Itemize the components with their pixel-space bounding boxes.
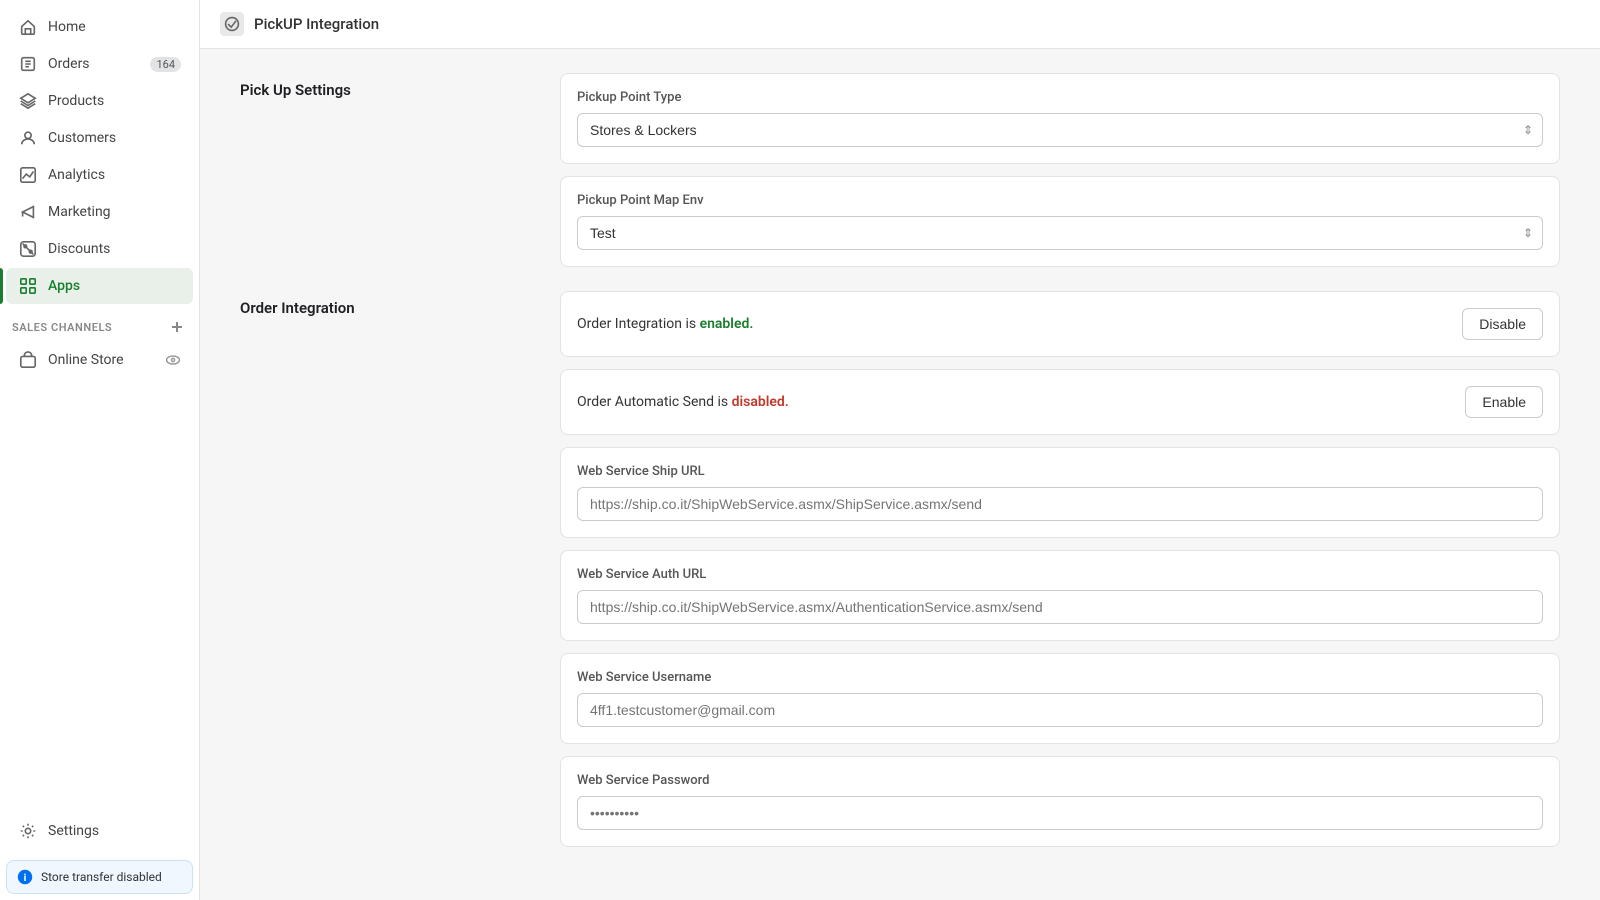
web-service-auth-url-input[interactable] bbox=[577, 590, 1543, 624]
customers-icon bbox=[18, 128, 38, 148]
store-transfer-banner: i Store transfer disabled bbox=[6, 860, 193, 894]
order-integration-status-text: Order Integration is enabled. bbox=[577, 316, 753, 332]
discounts-icon bbox=[18, 239, 38, 259]
pickup-point-type-label: Pickup Point Type bbox=[577, 90, 1543, 105]
web-service-password-input[interactable] bbox=[577, 796, 1543, 830]
disable-order-integration-button[interactable]: Disable bbox=[1462, 308, 1543, 340]
sidebar-item-marketing[interactable]: Marketing bbox=[6, 194, 193, 230]
web-service-ship-url-label: Web Service Ship URL bbox=[577, 464, 1543, 479]
apps-icon bbox=[18, 276, 38, 296]
sales-channels-header: SALES CHANNELS bbox=[0, 305, 199, 341]
order-integration-cards: Order Integration is enabled. Disable Or… bbox=[560, 291, 1560, 847]
sidebar-item-home[interactable]: Home bbox=[6, 9, 193, 45]
sidebar-item-analytics-label: Analytics bbox=[48, 167, 105, 183]
pickup-settings-section: Pick Up Settings Pickup Point Type Store… bbox=[240, 73, 1560, 267]
sidebar-item-marketing-label: Marketing bbox=[48, 204, 111, 220]
sidebar-item-settings[interactable]: Settings bbox=[6, 813, 193, 849]
analytics-icon bbox=[18, 165, 38, 185]
add-sales-channel-button[interactable] bbox=[167, 317, 187, 337]
orders-icon bbox=[18, 54, 38, 74]
web-service-password-card: Web Service Password bbox=[560, 756, 1560, 847]
order-automatic-send-card: Order Automatic Send is disabled. Enable bbox=[560, 369, 1560, 435]
order-integration-status-row: Order Integration is enabled. Disable bbox=[577, 308, 1543, 340]
sidebar-item-discounts[interactable]: Discounts bbox=[6, 231, 193, 267]
web-service-password-label: Web Service Password bbox=[577, 773, 1543, 788]
home-icon bbox=[18, 17, 38, 37]
sidebar-item-analytics[interactable]: Analytics bbox=[6, 157, 193, 193]
app-icon bbox=[220, 12, 244, 36]
svg-text:i: i bbox=[24, 871, 27, 884]
sidebar-item-orders-label: Orders bbox=[48, 56, 90, 72]
pickup-settings-cards: Pickup Point Type Stores & Lockers Store… bbox=[560, 73, 1560, 267]
pickup-point-type-card: Pickup Point Type Stores & Lockers Store… bbox=[560, 73, 1560, 164]
pickup-settings-label: Pick Up Settings bbox=[240, 73, 520, 267]
sidebar-item-apps-label: Apps bbox=[48, 278, 80, 294]
web-service-username-card: Web Service Username bbox=[560, 653, 1560, 744]
info-icon: i bbox=[17, 869, 33, 885]
sidebar-item-settings-label: Settings bbox=[48, 823, 99, 839]
order-integration-section: Order Integration Order Integration is e… bbox=[240, 291, 1560, 847]
web-service-ship-url-card: Web Service Ship URL bbox=[560, 447, 1560, 538]
pickup-point-map-env-select[interactable]: Test Production bbox=[577, 216, 1543, 250]
order-automatic-send-row: Order Automatic Send is disabled. Enable bbox=[577, 386, 1543, 418]
sidebar-item-orders[interactable]: Orders 164 bbox=[6, 46, 193, 82]
sidebar-item-discounts-label: Discounts bbox=[48, 241, 110, 257]
online-store-visibility-icon[interactable] bbox=[165, 352, 181, 368]
order-integration-status-card: Order Integration is enabled. Disable bbox=[560, 291, 1560, 357]
web-service-username-input[interactable] bbox=[577, 693, 1543, 727]
page-header: PickUP Integration bbox=[200, 0, 1600, 49]
sidebar-item-products-label: Products bbox=[48, 93, 104, 109]
marketing-icon bbox=[18, 202, 38, 222]
web-service-ship-url-input[interactable] bbox=[577, 487, 1543, 521]
pickup-point-type-select[interactable]: Stores & Lockers Stores Only Lockers Onl… bbox=[577, 113, 1543, 147]
pickup-point-type-select-wrapper: Stores & Lockers Stores Only Lockers Onl… bbox=[577, 113, 1543, 147]
pickup-point-map-env-label: Pickup Point Map Env bbox=[577, 193, 1543, 208]
order-automatic-send-disabled-text: disabled. bbox=[732, 394, 789, 410]
sidebar-item-customers-label: Customers bbox=[48, 130, 116, 146]
sidebar-nav: Home Orders 164 Products Customers bbox=[0, 0, 199, 808]
main-content: PickUP Integration Pick Up Settings Pick… bbox=[200, 0, 1600, 900]
sidebar-item-products[interactable]: Products bbox=[6, 83, 193, 119]
order-integration-label: Order Integration bbox=[240, 291, 520, 847]
store-transfer-text: Store transfer disabled bbox=[41, 870, 162, 884]
sidebar-item-customers[interactable]: Customers bbox=[6, 120, 193, 156]
web-service-username-label: Web Service Username bbox=[577, 670, 1543, 685]
sidebar-item-online-store[interactable]: Online Store bbox=[6, 342, 193, 378]
web-service-auth-url-label: Web Service Auth URL bbox=[577, 567, 1543, 582]
breadcrumb-title: PickUP Integration bbox=[254, 15, 379, 33]
order-automatic-send-text: Order Automatic Send is disabled. bbox=[577, 394, 789, 410]
sales-channels-label: SALES CHANNELS bbox=[12, 321, 112, 334]
web-service-auth-url-card: Web Service Auth URL bbox=[560, 550, 1560, 641]
orders-badge: 164 bbox=[150, 57, 181, 72]
sidebar-item-home-label: Home bbox=[48, 19, 86, 35]
sidebar-item-online-store-label: Online Store bbox=[48, 352, 124, 368]
online-store-icon bbox=[18, 350, 38, 370]
order-integration-enabled-text: enabled. bbox=[700, 316, 754, 332]
enable-automatic-send-button[interactable]: Enable bbox=[1465, 386, 1543, 418]
settings-icon bbox=[18, 821, 38, 841]
sidebar-item-apps[interactable]: Apps bbox=[6, 268, 193, 304]
products-icon bbox=[18, 91, 38, 111]
sidebar: Home Orders 164 Products Customers bbox=[0, 0, 200, 900]
pickup-point-map-env-select-wrapper: Test Production ⇕ bbox=[577, 216, 1543, 250]
content-area: Pick Up Settings Pickup Point Type Store… bbox=[200, 49, 1600, 895]
pickup-point-map-env-card: Pickup Point Map Env Test Production ⇕ bbox=[560, 176, 1560, 267]
